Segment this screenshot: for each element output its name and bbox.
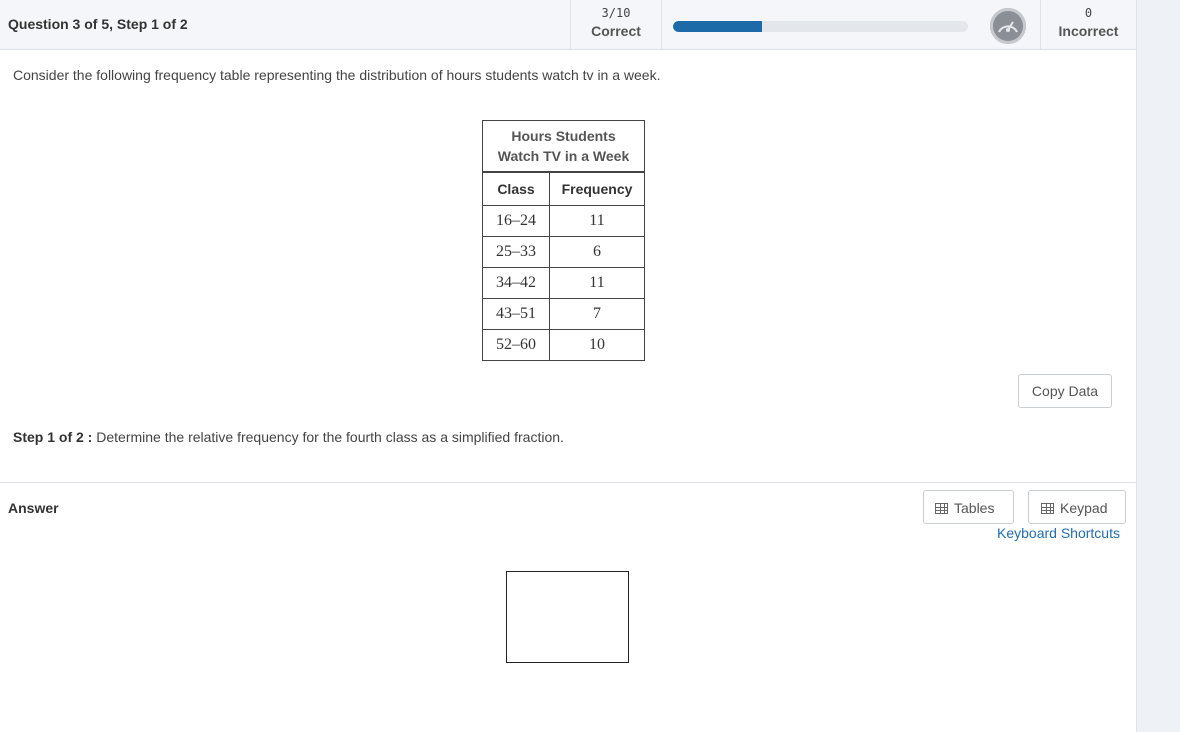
frequency-cell: 11: [549, 205, 645, 237]
frequency-cell: 11: [549, 267, 645, 299]
progress-bar: [673, 21, 968, 32]
incorrect-counter: 0 Incorrect: [1040, 0, 1136, 50]
table-row: 52–60 10: [482, 329, 645, 361]
frequency-table: Hours Students Watch TV in a Week Class …: [482, 120, 645, 361]
keypad-icon: [1041, 503, 1054, 514]
progress-bar-fill: [673, 21, 762, 32]
answer-input-box[interactable]: [506, 571, 629, 663]
tables-button[interactable]: Tables: [923, 490, 1014, 524]
table-caption: Hours Students Watch TV in a Week: [482, 120, 645, 173]
copy-data-button[interactable]: Copy Data: [1018, 374, 1112, 408]
correct-label: Correct: [591, 23, 641, 39]
class-cell: 34–42: [482, 267, 550, 299]
keyboard-shortcuts-link[interactable]: Keyboard Shortcuts: [997, 525, 1120, 541]
right-gutter: [1136, 0, 1180, 732]
frequency-cell: 6: [549, 236, 645, 268]
table-header-row: Class Frequency: [482, 171, 645, 206]
table-row: 43–51 7: [482, 298, 645, 330]
frequency-cell: 10: [549, 329, 645, 361]
step-label: Step 1 of 2 :: [13, 429, 93, 445]
main-panel: Question 3 of 5, Step 1 of 2 3/10 Correc…: [0, 0, 1136, 732]
table-caption-line1: Hours Students: [511, 128, 616, 144]
incorrect-label: Incorrect: [1058, 23, 1119, 39]
class-cell: 43–51: [482, 298, 550, 330]
incorrect-count: 0: [1084, 6, 1093, 20]
step-instruction: Step 1 of 2 : Determine the relative fre…: [13, 429, 564, 445]
keypad-button[interactable]: Keypad: [1028, 490, 1126, 524]
gauge-icon-graphic: [998, 21, 1018, 33]
question-header: Question 3 of 5, Step 1 of 2 3/10 Correc…: [0, 0, 1136, 50]
question-progress-title: Question 3 of 5, Step 1 of 2: [8, 16, 188, 32]
question-text: Consider the following frequency table r…: [13, 67, 661, 83]
table-caption-row: Hours Students Watch TV in a Week: [482, 120, 645, 173]
section-divider: [0, 482, 1136, 483]
tables-button-label: Tables: [954, 500, 995, 516]
gauge-icon: [990, 8, 1026, 44]
correct-counter: 3/10 Correct: [570, 0, 662, 50]
answer-label: Answer: [8, 500, 59, 516]
class-cell: 16–24: [482, 205, 550, 237]
table-row: 34–42 11: [482, 267, 645, 299]
table-row: 16–24 11: [482, 205, 645, 237]
frequency-cell: 7: [549, 298, 645, 330]
class-cell: 52–60: [482, 329, 550, 361]
correct-count: 3/10: [601, 6, 631, 20]
keypad-button-label: Keypad: [1060, 500, 1108, 516]
table-caption-line2: Watch TV in a Week: [497, 148, 630, 164]
table-row: 25–33 6: [482, 236, 645, 268]
class-cell: 25–33: [482, 236, 550, 268]
table-grid-icon: [935, 503, 948, 514]
column-header-frequency: Frequency: [549, 171, 645, 206]
column-header-class: Class: [482, 171, 550, 206]
step-instruction-text: Determine the relative frequency for the…: [96, 429, 564, 445]
